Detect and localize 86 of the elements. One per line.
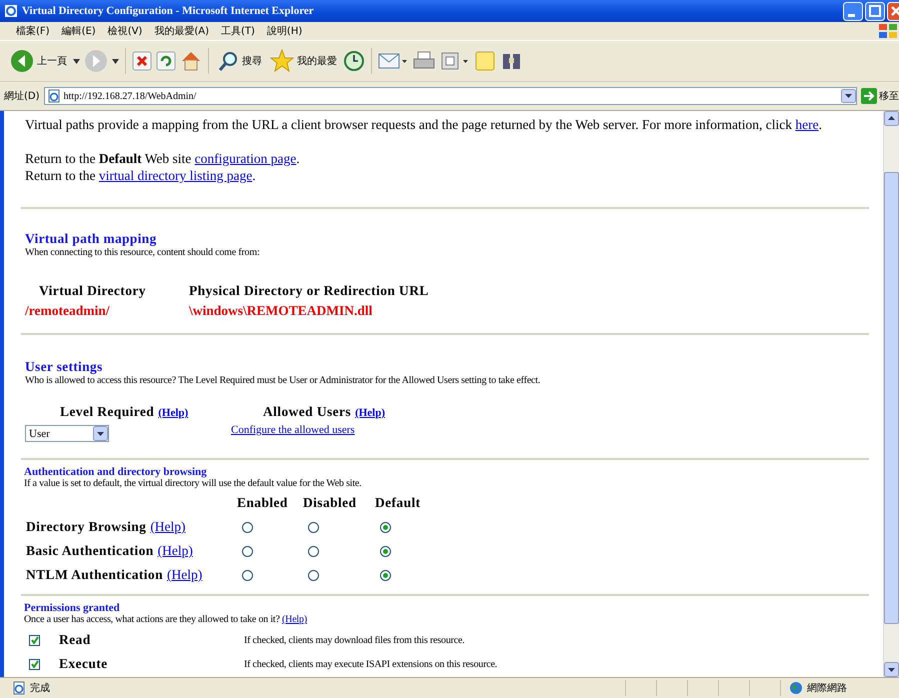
permission-label: Read bbox=[59, 632, 92, 648]
table-cell-text: /remoteadmin/ bbox=[25, 303, 110, 319]
table-cell-text: \windows\REMOTEADMIN.dll bbox=[189, 303, 374, 319]
section-heading: Permissions granted bbox=[24, 602, 121, 614]
radio-button[interactable] bbox=[380, 570, 391, 580]
permission-description: If checked, clients may execute ISAPI extensions on this resource. bbox=[244, 658, 498, 670]
clock-icon[interactable] bbox=[343, 50, 365, 72]
column-header: Disabled bbox=[303, 495, 358, 511]
magnifier-icon[interactable] bbox=[217, 50, 239, 72]
radio-button[interactable] bbox=[242, 546, 253, 556]
star-icon[interactable] bbox=[270, 49, 294, 73]
help-link[interactable]: (Help) bbox=[158, 407, 188, 419]
windows-flag-icon bbox=[877, 23, 899, 39]
field-label: Level Required bbox=[60, 404, 154, 420]
setting-label: Directory Browsing bbox=[26, 519, 146, 535]
minimize-icon[interactable] bbox=[843, 2, 863, 20]
home-icon[interactable] bbox=[180, 50, 202, 72]
help-link[interactable]: (Help) bbox=[150, 519, 186, 535]
window-icon[interactable] bbox=[440, 50, 470, 72]
section-description: Once a user has access, what actions are they allowed to take on it? (Help) bbox=[24, 614, 308, 625]
return-text: Return to the Default Web site configuration page. bbox=[25, 150, 301, 167]
checkmark-icon bbox=[30, 660, 38, 668]
page-icon bbox=[46, 89, 61, 103]
radio-button[interactable] bbox=[308, 522, 319, 532]
section-description: When connecting to this resource, content should come from: bbox=[25, 247, 261, 258]
intro-text: Virtual paths provide a mapping from the URL a client browser requests and the page returned by the Web server. For more information, click here. bbox=[25, 116, 823, 133]
column-header: Enabled bbox=[237, 495, 289, 511]
section-description: Who is allowed to access this resource? The Level Required must be User or Administrator for the Allowed Users setting to take effect. bbox=[25, 375, 542, 386]
section-description: If a value is set to default, the virtual directory will use the default value for the Web site. bbox=[24, 478, 362, 489]
stop-icon[interactable] bbox=[132, 51, 152, 71]
radio-button[interactable] bbox=[242, 570, 253, 580]
dropdown-arrow-icon[interactable] bbox=[112, 58, 119, 64]
zone-label: 網際網路 bbox=[807, 682, 847, 695]
column-header: Virtual Directory bbox=[39, 283, 147, 299]
section-heading: Virtual path mapping bbox=[25, 231, 158, 247]
permission-description: If checked, clients may download files from this resource. bbox=[244, 634, 466, 646]
status-text: 完成 bbox=[30, 682, 50, 695]
text-link[interactable]: here bbox=[795, 117, 819, 132]
page-icon bbox=[12, 681, 26, 695]
checkbox[interactable] bbox=[29, 658, 40, 670]
address-field[interactable]: http://192.168.27.18/WebAdmin/ bbox=[44, 87, 857, 105]
setting-label: NTLM Authentication bbox=[26, 567, 163, 583]
close-icon[interactable] bbox=[887, 2, 899, 20]
radio-button[interactable] bbox=[380, 546, 391, 556]
column-header: Default bbox=[375, 495, 422, 511]
text-link[interactable]: configuration page bbox=[194, 151, 296, 166]
refresh-icon[interactable] bbox=[156, 51, 176, 71]
help-link[interactable]: (Help) bbox=[282, 614, 307, 625]
field-label: Allowed Users bbox=[263, 404, 352, 420]
globe-icon bbox=[789, 681, 803, 695]
text-link[interactable]: Configure the allowed users bbox=[231, 424, 355, 436]
menu-item[interactable]: 說明(H) bbox=[260, 24, 308, 38]
text-link[interactable]: virtual directory listing page bbox=[98, 168, 252, 183]
vertical-scrollbar[interactable] bbox=[883, 111, 899, 677]
return-text: Return to the virtual directory listing page. bbox=[25, 167, 257, 184]
menu-item[interactable]: 編輯(E) bbox=[56, 24, 102, 38]
toolbar-label[interactable]: 上一頁 bbox=[37, 54, 67, 68]
help-link[interactable]: (Help) bbox=[166, 567, 202, 583]
menu-item[interactable]: 檢視(V) bbox=[102, 24, 148, 38]
scroll-up-icon[interactable] bbox=[884, 111, 899, 126]
permission-label: Execute bbox=[59, 656, 109, 672]
menu-item[interactable]: 我的最愛(A) bbox=[148, 24, 215, 38]
radio-button[interactable] bbox=[308, 546, 319, 556]
window-title: Virtual Directory Configuration - Microsoft Internet Explorer bbox=[22, 5, 314, 17]
radio-button[interactable] bbox=[242, 522, 253, 532]
go-button[interactable]: 移至 bbox=[861, 88, 899, 104]
toolbar-label[interactable]: 我的最愛 bbox=[297, 54, 337, 68]
toolbar-label[interactable]: 搜尋 bbox=[242, 54, 262, 68]
help-link[interactable]: (Help) bbox=[158, 543, 193, 559]
browser-logo-icon bbox=[4, 4, 18, 18]
help-link[interactable]: (Help) bbox=[355, 407, 386, 419]
address-label: 網址(D) bbox=[4, 90, 40, 103]
checkmark-icon bbox=[30, 636, 38, 644]
menu-item[interactable]: 檔案(F) bbox=[10, 24, 56, 38]
radio-button[interactable] bbox=[380, 522, 391, 532]
checkbox[interactable] bbox=[29, 634, 40, 646]
setting-label: Basic Authentication bbox=[26, 543, 154, 559]
level-dropdown[interactable]: User bbox=[25, 425, 109, 442]
section-heading: Authentication and directory browsing bbox=[24, 466, 208, 478]
radio-button[interactable] bbox=[308, 570, 319, 580]
scroll-down-icon[interactable] bbox=[884, 662, 899, 677]
dropdown-arrow-icon[interactable] bbox=[73, 58, 80, 64]
maximize-icon[interactable] bbox=[865, 2, 885, 20]
section-heading: User settings bbox=[25, 359, 104, 375]
column-header: Physical Directory or Redirection URL bbox=[189, 283, 430, 299]
menu-item[interactable]: 工具(T) bbox=[215, 24, 261, 38]
